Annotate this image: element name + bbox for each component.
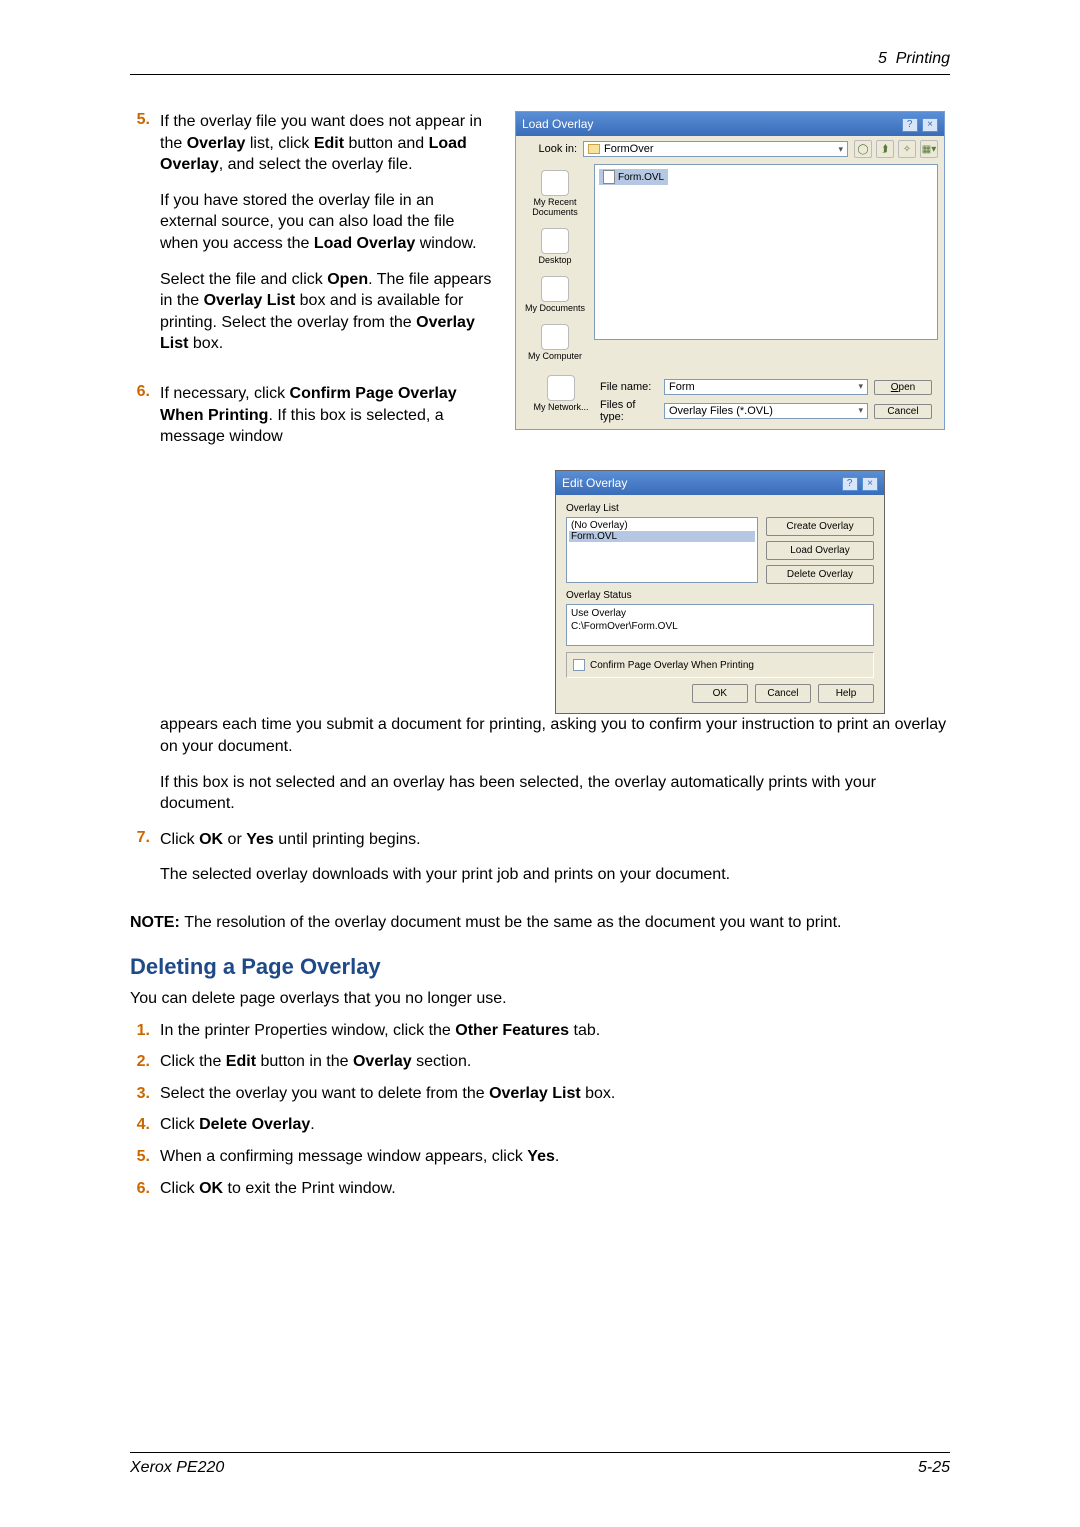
overlay-status-box: Use Overlay C:\FormOver\Form.OVL xyxy=(566,604,874,646)
delete-step-5: 5. When a confirming message window appe… xyxy=(130,1146,950,1168)
new-folder-icon[interactable]: ✧ xyxy=(898,140,916,158)
help-icon[interactable]: ? xyxy=(842,477,858,491)
up-icon[interactable]: ⮭ xyxy=(876,140,894,158)
section-heading: Deleting a Page Overlay xyxy=(130,954,950,980)
filename-field[interactable]: Form▾ xyxy=(664,379,868,395)
chevron-down-icon: ▾ xyxy=(838,144,843,155)
edit-overlay-dialog: Edit Overlay ? × Overlay List (No Overla… xyxy=(555,470,885,714)
ok-button[interactable]: OK xyxy=(692,684,748,703)
help-button[interactable]: Help xyxy=(818,684,874,703)
header-rule xyxy=(130,74,950,75)
cancel-button[interactable]: Cancel xyxy=(755,684,811,703)
dialog-titlebar: Edit Overlay ? × xyxy=(556,471,884,495)
list-item[interactable]: (No Overlay) xyxy=(569,520,755,531)
close-icon[interactable]: × xyxy=(922,118,938,132)
overlay-status-label: Overlay Status xyxy=(566,590,874,601)
step-number: 7. xyxy=(130,829,160,900)
confirm-checkbox-row[interactable]: Confirm Page Overlay When Printing xyxy=(566,652,874,678)
help-icon[interactable]: ? xyxy=(902,118,918,132)
page-footer: Xerox PE220 5-25 xyxy=(130,1452,950,1477)
step-6-continued: appears each time you submit a document … xyxy=(160,714,950,814)
sidebar-network[interactable]: My Network... xyxy=(522,375,600,419)
sidebar-desktop[interactable]: Desktop xyxy=(516,224,594,272)
delete-step-1: 1. In the printer Properties window, cli… xyxy=(130,1020,950,1042)
open-button[interactable]: Open xyxy=(874,380,932,395)
dialog-titlebar: Load Overlay ? × xyxy=(516,112,944,136)
chevron-down-icon: ▾ xyxy=(858,405,863,417)
views-icon[interactable]: ▦▾ xyxy=(920,140,938,158)
dialog-title: Edit Overlay xyxy=(562,476,627,490)
page-number: 5-25 xyxy=(918,1459,950,1477)
sidebar-mycomputer[interactable]: My Computer xyxy=(516,320,594,368)
filetype-field[interactable]: Overlay Files (*.OVL)▾ xyxy=(664,403,868,419)
confirm-label: Confirm Page Overlay When Printing xyxy=(590,660,754,671)
filetype-label: Files of type: xyxy=(600,399,658,423)
page-header: 5 Printing xyxy=(130,50,950,68)
folder-icon xyxy=(588,144,600,154)
sidebar-recent[interactable]: My Recent Documents xyxy=(516,166,594,224)
delete-step-3: 3. Select the overlay you want to delete… xyxy=(130,1083,950,1105)
lookin-label: Look in: xyxy=(522,143,577,155)
overlay-list-label: Overlay List xyxy=(566,503,874,514)
file-icon xyxy=(603,170,615,184)
step-6-top: 6. If necessary, click Confirm Page Over… xyxy=(130,383,495,448)
delete-step-4: 4. Click Delete Overlay. xyxy=(130,1114,950,1136)
file-list[interactable]: Form.OVL xyxy=(594,164,938,340)
list-item[interactable]: Form.OVL xyxy=(569,531,755,542)
note: NOTE: The resolution of the overlay docu… xyxy=(130,912,950,934)
cancel-button[interactable]: Cancel xyxy=(874,404,932,419)
chevron-down-icon: ▾ xyxy=(858,381,863,393)
filename-label: File name: xyxy=(600,381,658,393)
back-icon[interactable]: ◯ xyxy=(854,140,872,158)
step-number: 5. xyxy=(130,111,160,369)
sidebar-mydocs[interactable]: My Documents xyxy=(516,272,594,320)
step-5: 5. If the overlay file you want does not… xyxy=(130,111,495,369)
lookin-combo[interactable]: FormOver ▾ xyxy=(583,141,848,157)
checkbox[interactable] xyxy=(573,659,585,671)
delete-overlay-button[interactable]: Delete Overlay xyxy=(766,565,874,584)
load-overlay-button[interactable]: Load Overlay xyxy=(766,541,874,560)
create-overlay-button[interactable]: Create Overlay xyxy=(766,517,874,536)
dialog-title: Load Overlay xyxy=(522,117,593,131)
file-item[interactable]: Form.OVL xyxy=(599,169,668,185)
load-overlay-dialog: Load Overlay ? × Look in: FormOver ▾ ◯ xyxy=(515,111,945,430)
overlay-listbox[interactable]: (No Overlay) Form.OVL xyxy=(566,517,758,583)
close-icon[interactable]: × xyxy=(862,477,878,491)
delete-step-2: 2. Click the Edit button in the Overlay … xyxy=(130,1051,950,1073)
section-intro: You can delete page overlays that you no… xyxy=(130,990,950,1008)
product-name: Xerox PE220 xyxy=(130,1459,224,1477)
delete-step-6: 6. Click OK to exit the Print window. xyxy=(130,1178,950,1200)
step-number: 6. xyxy=(130,383,160,448)
step-7: 7. Click OK or Yes until printing begins… xyxy=(130,829,950,900)
